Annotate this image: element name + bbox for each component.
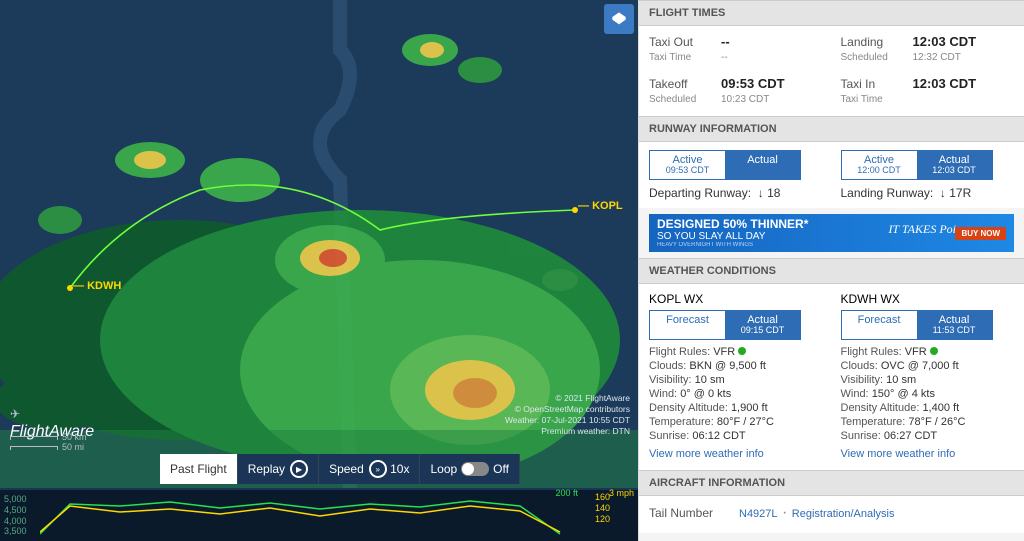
speed-button[interactable]: Speed» 10x	[319, 454, 420, 484]
vfr-dot-icon	[930, 347, 938, 355]
mode-label: Past Flight	[160, 454, 238, 484]
wx-kopl: KOPL WX Forecast Actual09:15 CDT Flight …	[649, 292, 823, 462]
adv-icon: »	[369, 460, 387, 478]
section-weather: WEATHER CONDITIONS	[639, 258, 1024, 284]
section-runway: RUNWAY INFORMATION	[639, 116, 1024, 142]
spd-axis: 160140120	[595, 492, 610, 524]
map-panel[interactable]: — KDWH — KOPL ✈FlightAware © 2021 Flight…	[0, 0, 638, 541]
alt-axis: 5,0004,5004,0003,500	[4, 494, 27, 537]
arr-toggle[interactable]: Active12:00 CDT Actual12:03 CDT	[841, 150, 993, 180]
speed-label: 3 mph	[609, 488, 634, 498]
replay-button[interactable]: Replay▶	[238, 454, 319, 484]
dep-toggle[interactable]: Active09:53 CDT Actual	[649, 150, 801, 180]
ad-cta-button[interactable]: BUY NOW	[955, 227, 1006, 240]
toggle-switch[interactable]	[461, 462, 489, 476]
map-scale: 50 km 50 mi	[10, 432, 87, 452]
section-flight-times: FLIGHT TIMES	[639, 0, 1024, 26]
kopl-more-link[interactable]: View more weather info	[649, 448, 764, 460]
play-icon: ▶	[290, 460, 308, 478]
tail-link[interactable]: N4927L	[739, 508, 778, 520]
profile-chart[interactable]: 200 ft 3 mph 5,0004,5004,0003,500 160140…	[0, 488, 638, 541]
vfr-dot-icon	[738, 347, 746, 355]
waypoint-origin: — KDWH	[73, 280, 121, 292]
layers-button[interactable]	[604, 4, 634, 34]
advertisement[interactable]: DESIGNED 50% THINNER* SO YOU SLAY ALL DA…	[649, 214, 1014, 252]
map-credits: © 2021 FlightAware © OpenStreetMap contr…	[505, 393, 630, 437]
wx-kdwh: KDWH WX Forecast Actual11:53 CDT Flight …	[841, 292, 1015, 462]
loop-toggle[interactable]: LoopOff	[420, 454, 520, 484]
kdwh-toggle[interactable]: Forecast Actual11:53 CDT	[841, 310, 993, 340]
playback-controls: Past Flight Replay▶ Speed» 10x LoopOff	[160, 454, 520, 484]
side-panel[interactable]: FLIGHT TIMES Taxi Out-- Taxi Time-- Take…	[638, 0, 1024, 541]
kdwh-more-link[interactable]: View more weather info	[841, 448, 956, 460]
waypoint-dest: — KOPL	[578, 200, 623, 212]
section-aircraft: AIRCRAFT INFORMATION	[639, 470, 1024, 496]
reg-link[interactable]: Registration/Analysis	[792, 508, 895, 520]
kopl-toggle[interactable]: Forecast Actual09:15 CDT	[649, 310, 801, 340]
